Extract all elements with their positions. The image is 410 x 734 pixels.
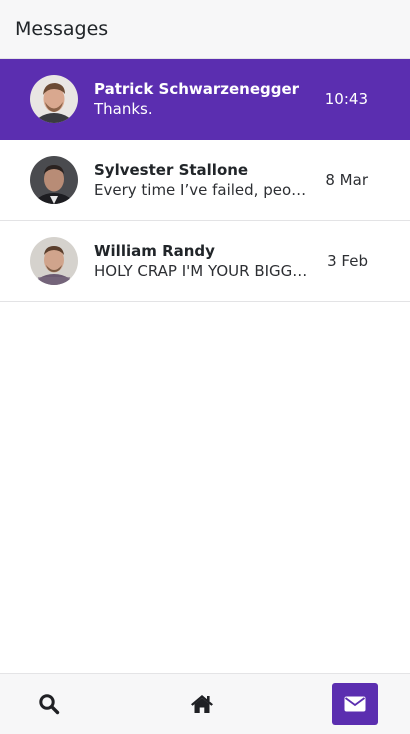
search-icon (39, 694, 60, 715)
bottom-nav (0, 673, 410, 734)
home-icon (191, 695, 213, 713)
sender-name: William Randy (94, 241, 215, 260)
message-preview: Thanks. (94, 99, 153, 118)
avatar (30, 75, 78, 123)
messages-app: Messages Patrick Schwarzenegger Thanks. … (0, 0, 410, 734)
envelope-icon (344, 696, 366, 712)
home-button[interactable] (179, 683, 225, 725)
message-time: 10:43 (324, 90, 368, 108)
message-preview: Every time I’ve failed, people have thou… (94, 180, 314, 199)
message-row-patrick[interactable]: Patrick Schwarzenegger Thanks. 10:43 (0, 59, 410, 140)
message-time: 8 Mar (325, 171, 368, 189)
message-preview: HOLY CRAP I'M YOUR BIGGEST FAN (94, 261, 316, 280)
avatar (30, 237, 78, 285)
header: Messages (0, 0, 410, 59)
messages-button[interactable] (332, 683, 378, 725)
sender-name: Sylvester Stallone (94, 160, 249, 179)
avatar (30, 156, 78, 204)
search-button[interactable] (26, 683, 72, 725)
message-time: 3 Feb (327, 252, 368, 270)
page-title: Messages (15, 18, 109, 40)
message-list: Patrick Schwarzenegger Thanks. 10:43 Syl… (0, 59, 410, 302)
sender-name: Patrick Schwarzenegger (94, 79, 300, 98)
message-row-william[interactable]: William Randy HOLY CRAP I'M YOUR BIGGEST… (0, 221, 410, 302)
message-row-sylvester[interactable]: Sylvester Stallone Every time I’ve faile… (0, 140, 410, 221)
